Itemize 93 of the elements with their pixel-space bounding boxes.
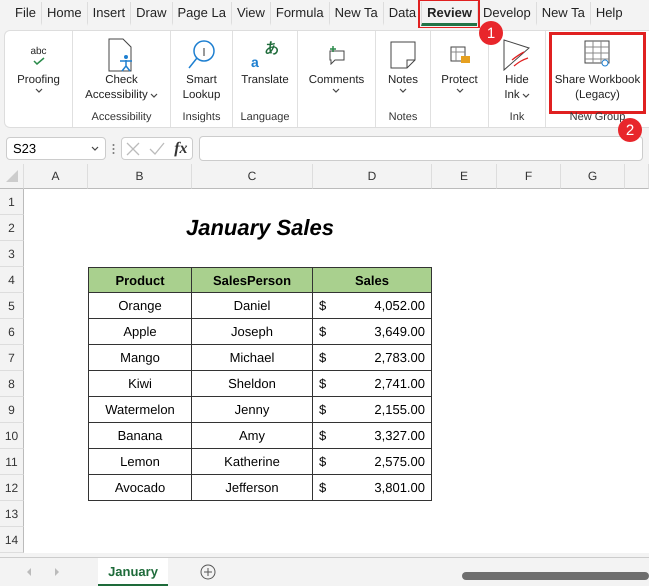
table-cell: $ 2,783.00	[313, 345, 432, 371]
check-icon[interactable]	[149, 142, 166, 156]
table-cell: $ 2,575.00	[313, 449, 432, 475]
ribbon-button[interactable]: Comments	[306, 35, 368, 111]
horizontal-scrollbar[interactable]	[462, 572, 649, 580]
lock-sheet-icon	[448, 45, 470, 65]
table-cell: Amy	[192, 423, 313, 449]
table-cell: Watermelon	[88, 397, 192, 423]
menu-tab[interactable]: View	[230, 2, 270, 26]
group-label: Ink	[510, 111, 524, 125]
table-cell: Lemon	[88, 449, 192, 475]
sheet-tab[interactable]: January	[98, 558, 168, 586]
row-header[interactable]: 14	[0, 527, 24, 553]
table-cell: $ 2,155.00	[313, 397, 432, 423]
ribbon-button[interactable]: Notes	[384, 35, 422, 111]
table-cell: Avocado	[88, 475, 192, 501]
ribbon-button[interactable]: Share Workbook (Legacy)	[552, 35, 644, 111]
chevron-icon	[91, 146, 99, 152]
table-cell: $ 3,801.00	[313, 475, 432, 501]
menu-tab[interactable]: Review	[421, 2, 477, 26]
table-cell: $ 3,649.00	[313, 319, 432, 345]
table-cell: Kiwi	[88, 371, 192, 397]
table-cell: $ 2,741.00	[313, 371, 432, 397]
table-cell: Joseph	[192, 319, 313, 345]
formula-field[interactable]	[199, 136, 643, 161]
name-box[interactable]: S23	[6, 137, 106, 160]
row-header[interactable]: 13	[0, 501, 24, 527]
row-header[interactable]: 4	[0, 267, 24, 293]
table-cell: Mango	[88, 345, 192, 371]
header-cell: Product	[88, 267, 192, 293]
translate-icon: a あ	[250, 40, 279, 70]
ribbon-button[interactable]: Smart Lookup	[180, 35, 224, 111]
ribbon-button[interactable]: abc Proofing	[14, 35, 63, 111]
menu-tab[interactable]: Data	[382, 2, 422, 26]
ribbon-button[interactable]: Check Accessibility	[82, 35, 161, 111]
row-header[interactable]: 7	[0, 345, 24, 371]
group-label: Notes	[388, 111, 418, 125]
column-header[interactable]: B	[88, 164, 192, 189]
column-header[interactable]: A	[24, 164, 88, 189]
select-all-icon[interactable]	[4, 169, 18, 183]
column-header[interactable]: D	[313, 164, 432, 189]
column-header[interactable]: C	[192, 164, 313, 189]
row-header[interactable]: 1	[0, 189, 24, 215]
table-cell: Jenny	[192, 397, 313, 423]
previous-sheet-icon[interactable]	[26, 567, 32, 577]
column-header[interactable]: E	[432, 164, 497, 189]
row-header[interactable]: 11	[0, 449, 24, 475]
table-cell: Jefferson	[192, 475, 313, 501]
menu-tab[interactable]: Insert	[86, 2, 130, 26]
menu-tab[interactable]: New Ta	[536, 2, 590, 26]
menu-tab[interactable]: New Ta	[328, 2, 383, 26]
row-header[interactable]: 12	[0, 475, 24, 501]
table-cell: $ 3,327.00	[313, 423, 432, 449]
sheet-title: January Sales	[185, 215, 335, 241]
table-cell: $ 4,052.00	[313, 293, 432, 319]
menu-tab[interactable]: Help	[590, 2, 628, 26]
next-sheet-icon[interactable]	[54, 567, 60, 577]
insert-function-button[interactable]: fx	[174, 140, 188, 158]
table-cell: Sheldon	[192, 371, 313, 397]
menu-tab[interactable]: Page La	[172, 2, 231, 26]
group-label: Accessibility	[92, 111, 152, 125]
table-cell: Apple	[88, 319, 192, 345]
ribbon-button[interactable]: Protect	[438, 35, 481, 111]
group-label: Insights	[182, 111, 220, 125]
grip-icon	[112, 142, 115, 154]
table-cell: Daniel	[192, 293, 313, 319]
add-sheet-icon[interactable]	[200, 564, 216, 580]
close-icon[interactable]	[126, 142, 140, 156]
row-header[interactable]: 2	[0, 215, 24, 241]
row-header[interactable]: 5	[0, 293, 24, 319]
callout-badge: 1	[479, 21, 503, 45]
row-header[interactable]: 3	[0, 241, 24, 267]
table-cell: Katherine	[192, 449, 313, 475]
row-header[interactable]: 8	[0, 371, 24, 397]
row-header[interactable]: 6	[0, 319, 24, 345]
menu-tab[interactable]: Home	[40, 2, 87, 26]
row-header[interactable]: 9	[0, 397, 24, 423]
column-header[interactable]: G	[561, 164, 625, 189]
ink-pen-icon	[502, 38, 532, 72]
menu-tab[interactable]: Formula	[270, 2, 329, 26]
header-cell: SalesPerson	[192, 267, 313, 293]
menu-tab[interactable]: Draw	[130, 2, 172, 26]
row-header[interactable]: 10	[0, 423, 24, 449]
header-cell: Sales	[313, 267, 432, 293]
table-cell: Michael	[192, 345, 313, 371]
column-header[interactable]: F	[497, 164, 561, 189]
table-cell: Orange	[88, 293, 192, 319]
menu-tab[interactable]: File	[10, 2, 41, 26]
table-cell: Banana	[88, 423, 192, 449]
ribbon-button[interactable]: a あ Translate	[238, 35, 292, 111]
note-icon	[388, 40, 417, 70]
column-header[interactable]	[625, 164, 649, 189]
group-label: Language	[240, 111, 290, 125]
